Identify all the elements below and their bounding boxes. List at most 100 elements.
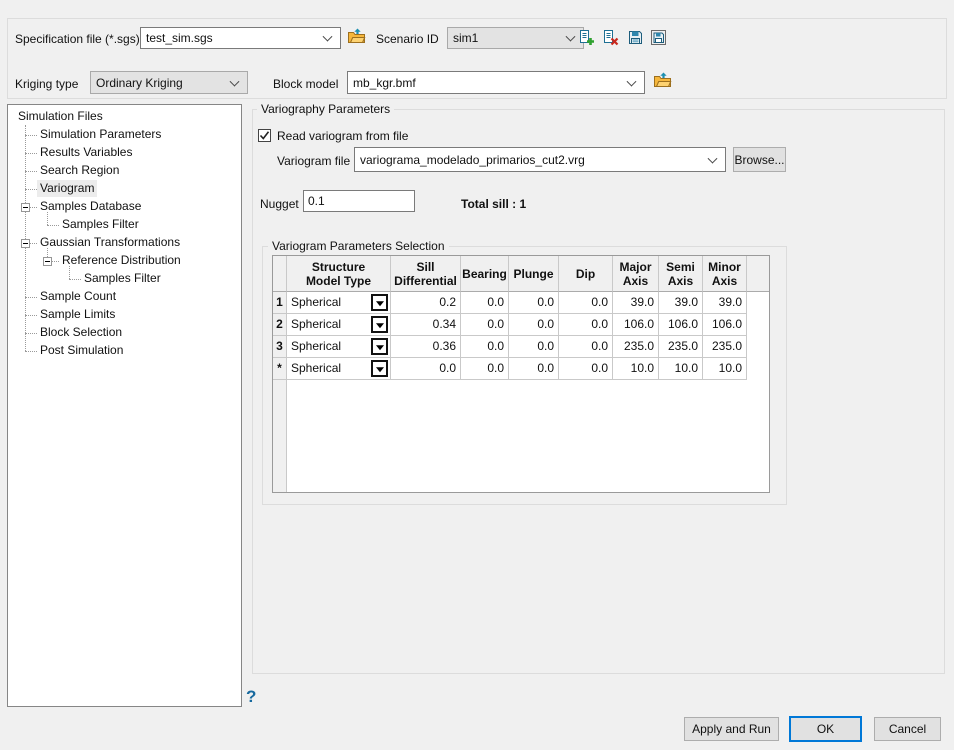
tree-item-simulation-parameters[interactable]: Simulation Parameters (37, 126, 164, 143)
row-header[interactable]: 1 (273, 292, 287, 314)
tree-panel: Simulation FilesSimulation ParametersRes… (7, 104, 242, 707)
spec-file-combobox[interactable]: test_sim.sgs (140, 27, 341, 49)
value-cell[interactable]: 235.0 (659, 336, 703, 358)
column-header-structure-model-type: Structure Model Type (287, 256, 391, 292)
value-cell[interactable]: 10.0 (659, 358, 703, 380)
column-header-minor-axis: Minor Axis (703, 256, 747, 292)
value-cell[interactable]: 0.0 (559, 292, 613, 314)
value-cell[interactable]: 0.0 (461, 336, 509, 358)
column-header-blank (747, 256, 770, 292)
structure-model-dropdown-button[interactable] (371, 338, 388, 355)
apply-and-run-button[interactable]: Apply and Run (684, 717, 779, 741)
cancel-button[interactable]: Cancel (874, 717, 941, 741)
add-scenario-button[interactable] (576, 29, 596, 47)
value-cell[interactable]: 0.0 (461, 358, 509, 380)
kriging-type-label: Kriging type (15, 76, 78, 92)
value-cell[interactable]: 39.0 (613, 292, 659, 314)
table-row: 3Spherical0.360.00.00.0235.0235.0235.0 (273, 336, 769, 358)
nugget-label: Nugget (260, 196, 299, 212)
row-header[interactable]: 2 (273, 314, 287, 336)
value-cell[interactable]: 0.0 (509, 314, 559, 336)
tree-item-results-variables[interactable]: Results Variables (37, 144, 135, 161)
row-header[interactable]: 3 (273, 336, 287, 358)
tree-connector-stub (25, 135, 37, 136)
tree-item-search-region[interactable]: Search Region (37, 162, 122, 179)
column-header-bearing: Bearing (461, 256, 509, 292)
structure-model-dropdown-button[interactable] (371, 294, 388, 311)
value-cell[interactable]: 235.0 (613, 336, 659, 358)
tree-item-post-simulation[interactable]: Post Simulation (37, 342, 126, 359)
value-cell[interactable]: 106.0 (613, 314, 659, 336)
nugget-input[interactable] (303, 190, 415, 212)
save-scenario-icon (627, 29, 644, 46)
table-row: 1Spherical0.20.00.00.039.039.039.0 (273, 292, 769, 314)
help-button[interactable]: ? (246, 687, 256, 707)
tree-item-samples-filter[interactable]: Samples Filter (59, 216, 142, 233)
value-cell[interactable]: 0.0 (559, 314, 613, 336)
kriging-type-combobox[interactable]: Ordinary Kriging (90, 71, 248, 94)
value-cell[interactable]: 0.2 (391, 292, 461, 314)
tree-connector-stub (69, 279, 81, 280)
block-model-folder-button[interactable] (652, 72, 672, 90)
spec-file-folder-button[interactable] (346, 28, 366, 46)
value-cell[interactable]: 0.0 (391, 358, 461, 380)
value-cell[interactable]: 0.0 (461, 292, 509, 314)
structure-model-cell[interactable]: Spherical (287, 292, 391, 314)
value-cell[interactable]: 0.0 (509, 358, 559, 380)
browse-button[interactable]: Browse... (733, 147, 786, 172)
value-cell[interactable]: 39.0 (659, 292, 703, 314)
value-cell[interactable]: 106.0 (659, 314, 703, 336)
scenario-id-combobox[interactable]: sim1 (447, 27, 584, 49)
tree-item-gaussian-transformations[interactable]: Gaussian Transformations (37, 234, 183, 251)
block-model-value: mb_kgr.bmf (353, 76, 644, 90)
structure-model-value: Spherical (291, 361, 341, 375)
tree-item-sample-limits[interactable]: Sample Limits (37, 306, 118, 323)
tree-item-variogram[interactable]: Variogram (37, 180, 97, 197)
column-header-major-axis: Major Axis (613, 256, 659, 292)
tree-collapse-toggle[interactable] (43, 257, 52, 266)
save-scenario-as-button[interactable] (648, 29, 668, 47)
scenario-id-value: sim1 (453, 31, 583, 45)
tree-collapse-toggle[interactable] (21, 203, 30, 212)
block-model-combobox[interactable]: mb_kgr.bmf (347, 71, 645, 94)
value-cell[interactable]: 0.36 (391, 336, 461, 358)
value-cell[interactable]: 0.0 (559, 358, 613, 380)
structure-model-dropdown-button[interactable] (371, 360, 388, 377)
value-cell[interactable]: 0.0 (509, 292, 559, 314)
structure-model-cell[interactable]: Spherical (287, 358, 391, 380)
structure-model-dropdown-button[interactable] (371, 316, 388, 333)
row-header[interactable]: * (273, 358, 287, 380)
tree-connector-stub (25, 171, 37, 172)
value-cell[interactable]: 235.0 (703, 336, 747, 358)
value-cell[interactable]: 10.0 (613, 358, 659, 380)
read-variogram-checkbox[interactable] (258, 129, 271, 142)
checkmark-icon (259, 130, 270, 141)
save-scenario-button[interactable] (625, 29, 645, 47)
ok-button[interactable]: OK (789, 716, 862, 742)
delete-scenario-button[interactable] (600, 29, 620, 47)
structure-model-cell[interactable]: Spherical (287, 314, 391, 336)
value-cell[interactable]: 10.0 (703, 358, 747, 380)
tree-item-block-selection[interactable]: Block Selection (37, 324, 125, 341)
structure-model-value: Spherical (291, 317, 341, 331)
value-cell[interactable]: 0.0 (559, 336, 613, 358)
value-cell[interactable]: 39.0 (703, 292, 747, 314)
tree-connector-stub (25, 315, 37, 316)
value-cell[interactable]: 0.0 (461, 314, 509, 336)
tree-collapse-toggle[interactable] (21, 239, 30, 248)
spec-file-value: test_sim.sgs (146, 31, 340, 45)
value-cell[interactable]: 0.0 (509, 336, 559, 358)
tree-connector-stub (25, 351, 37, 352)
kriging-type-value: Ordinary Kriging (96, 76, 247, 90)
block-model-label: Block model (273, 76, 338, 92)
tree-item-reference-distribution[interactable]: Reference Distribution (59, 252, 184, 269)
tree-item-samples-database[interactable]: Samples Database (37, 198, 144, 215)
tree-item-samples-filter[interactable]: Samples Filter (81, 270, 164, 287)
tree-connector-stub (25, 153, 37, 154)
value-cell[interactable]: 0.34 (391, 314, 461, 336)
tree-item-simulation-files[interactable]: Simulation Files (15, 108, 106, 125)
value-cell[interactable]: 106.0 (703, 314, 747, 336)
tree-item-sample-count[interactable]: Sample Count (37, 288, 119, 305)
variogram-file-combobox[interactable]: variograma_modelado_primarios_cut2.vrg (354, 147, 726, 172)
structure-model-cell[interactable]: Spherical (287, 336, 391, 358)
